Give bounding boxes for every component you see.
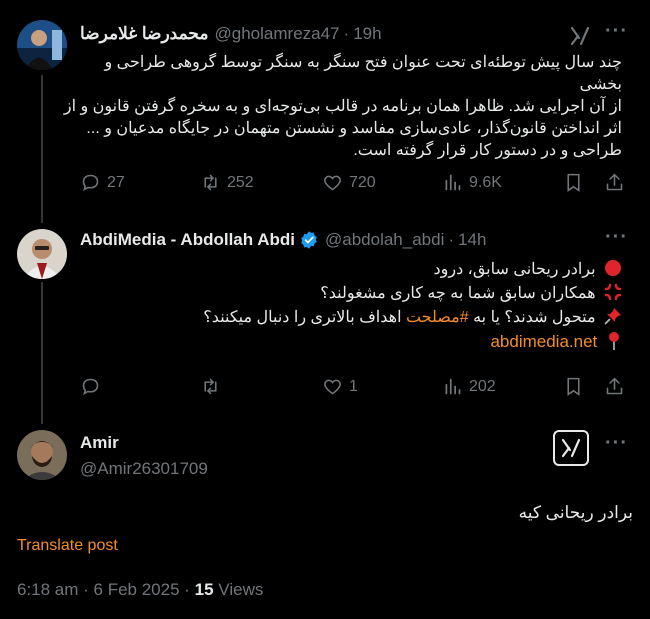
- thread-line: [41, 75, 43, 223]
- tweet-line: متحول شدند؟ یا به #مصلحت اهداف بالاتری ر…: [82, 306, 622, 330]
- repost-count: 252: [227, 173, 254, 191]
- bookmark-icon: [567, 173, 580, 192]
- tweet-header: Amir: [80, 433, 119, 453]
- user-handle[interactable]: @Amir26301709: [80, 459, 208, 479]
- more-icon[interactable]: ···: [605, 432, 628, 455]
- repost-icon: [204, 174, 217, 191]
- tweet-line: abdimedia.net: [82, 330, 622, 354]
- grok-button[interactable]: [553, 430, 589, 466]
- tweet-header: AbdiMedia - Abdollah Abdi @abdolah_abdi …: [80, 230, 486, 250]
- views-count: 15: [194, 580, 214, 599]
- like-button[interactable]: 1: [322, 376, 358, 397]
- anger-symbol-icon: [604, 283, 622, 301]
- post-timestamp[interactable]: 6:18 am · 6 Feb 2025 ·: [17, 580, 195, 599]
- separator-dot: ·: [448, 230, 455, 249]
- user-handle[interactable]: @abdolah_abdi: [325, 230, 444, 250]
- more-icon[interactable]: ···: [605, 226, 628, 249]
- repost-button[interactable]: [200, 376, 221, 397]
- share-icon: [606, 377, 623, 395]
- views-count: 9.6K: [469, 173, 502, 191]
- bookmark-icon: [567, 377, 580, 396]
- more-icon[interactable]: ···: [605, 20, 628, 43]
- separator-dot: ·: [343, 24, 350, 43]
- tweet-line: برادر ریحانی کیه: [518, 503, 633, 522]
- grok-icon[interactable]: [568, 24, 592, 48]
- views-count: 202: [469, 377, 496, 395]
- verified-badge-icon: [301, 231, 317, 249]
- red-circle-icon: [605, 260, 621, 276]
- share-button[interactable]: [604, 376, 625, 397]
- tweet-line-text: اهداف بالاتری را دنبال میکنند؟: [203, 309, 406, 326]
- thread-line: [41, 282, 43, 424]
- display-name[interactable]: محمدرضا غلامرضا: [80, 24, 209, 44]
- reply-button[interactable]: 27: [80, 172, 125, 193]
- repost-icon: [204, 378, 217, 395]
- tweet-line: چند سال پیش توطئه‌ای تحت عنوان فتح سنگر …: [104, 54, 623, 93]
- pushpin-icon: [604, 308, 621, 325]
- like-count: 720: [349, 173, 376, 191]
- grok-icon: [561, 438, 581, 458]
- tweet-line: برادر ریحانی سابق، درود: [82, 258, 622, 282]
- tweet-line: طراحی و در دستور کار قرار گرفته است.: [353, 142, 622, 159]
- avatar[interactable]: [17, 20, 67, 70]
- reply-count: 27: [107, 173, 125, 191]
- tweet-meta: 6:18 am · 6 Feb 2025 · 15 Views: [17, 580, 263, 600]
- share-icon: [606, 173, 623, 191]
- tweet-line-text: برادر ریحانی سابق، درود: [433, 261, 596, 278]
- timestamp[interactable]: 19h: [353, 24, 381, 44]
- views-icon: [445, 378, 461, 395]
- action-bar: 27 252 720 9.6K: [0, 172, 650, 196]
- tweet-line: از آن اجرایی شد. ظاهرا همان برنامه در قا…: [63, 98, 622, 115]
- action-bar: 1 202: [0, 376, 650, 400]
- user-handle[interactable]: @gholamreza47: [215, 24, 340, 44]
- tweet-header: @Amir26301709: [80, 459, 208, 479]
- tweet-line-text: متحول شدند؟ یا به: [468, 309, 596, 326]
- bookmark-button[interactable]: [563, 376, 584, 397]
- share-button[interactable]: [604, 172, 625, 193]
- reply-icon: [82, 378, 99, 396]
- reply-icon: [82, 174, 99, 192]
- tweet-line-text: همکاران سابق شما به چه کاری مشغولند؟: [320, 285, 596, 302]
- tweet-line: اثر انداختن قانون‌گذار، عادی‌سازی مفاسد …: [86, 120, 622, 137]
- like-count: 1: [349, 377, 358, 395]
- external-link[interactable]: abdimedia.net: [490, 332, 597, 351]
- views-button[interactable]: 9.6K: [442, 172, 502, 193]
- heart-icon: [324, 175, 341, 191]
- avatar[interactable]: [17, 430, 67, 480]
- round-pushpin-icon: [609, 332, 619, 350]
- repost-button[interactable]: 252: [200, 172, 254, 193]
- views-icon: [445, 174, 461, 191]
- display-name[interactable]: Amir: [80, 433, 119, 453]
- views-label: Views: [213, 580, 264, 599]
- views-button[interactable]: 202: [442, 376, 496, 397]
- tweet-text: برادر ریحانی سابق، درود همکاران سابق شما…: [82, 258, 622, 354]
- heart-icon: [324, 379, 341, 395]
- avatar[interactable]: [17, 229, 67, 279]
- bookmark-button[interactable]: [563, 172, 584, 193]
- tweet-line: همکاران سابق شما به چه کاری مشغولند؟: [82, 282, 622, 306]
- hashtag-link[interactable]: #مصلحت: [406, 309, 469, 326]
- translate-post-link[interactable]: Translate post: [17, 537, 118, 555]
- like-button[interactable]: 720: [322, 172, 376, 193]
- tweet-text: چند سال پیش توطئه‌ای تحت عنوان فتح سنگر …: [62, 52, 622, 162]
- reply-button[interactable]: [80, 376, 101, 397]
- timestamp[interactable]: 14h: [458, 230, 486, 250]
- tweet-header: محمدرضا غلامرضا @gholamreza47 · 19h: [80, 24, 382, 44]
- display-name[interactable]: AbdiMedia - Abdollah Abdi: [80, 230, 295, 250]
- tweet-text: برادر ریحانی کیه: [33, 502, 633, 524]
